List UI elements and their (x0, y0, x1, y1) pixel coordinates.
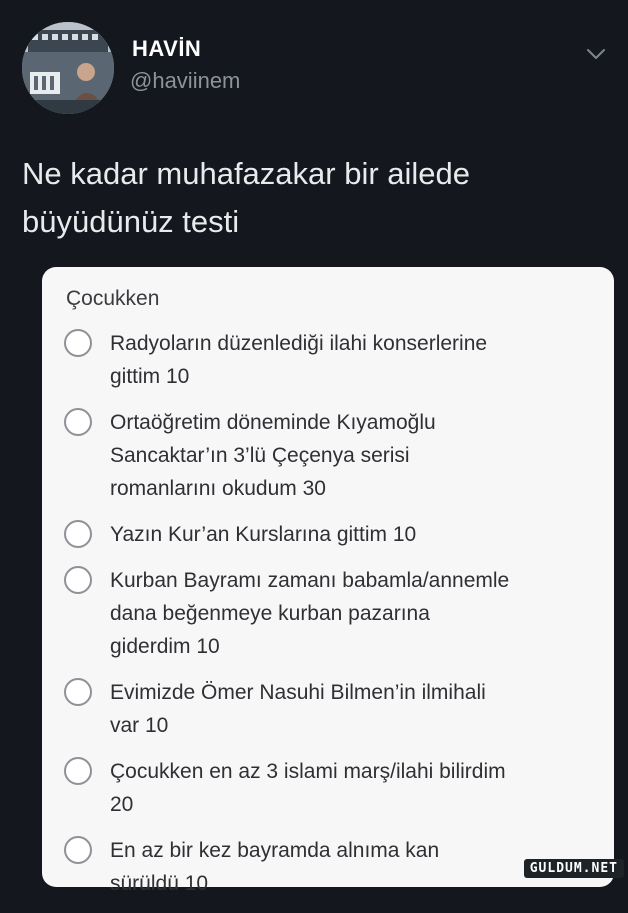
option-label: Ortaöğretim döneminde Kıyamoğlu Sancakta… (110, 411, 436, 500)
tweet-text-line: Ne kadar muhafazakar bir ailede (22, 156, 471, 191)
user-handle[interactable]: @haviinem (130, 68, 240, 94)
option-label: Çocukken en az 3 islami marş/ilahi bilir… (110, 760, 506, 816)
option-label: Radyoların düzenlediği ilahi konserlerin… (110, 332, 488, 388)
avatar[interactable] (22, 22, 114, 114)
radio-empty-icon[interactable] (64, 520, 92, 548)
chevron-down-icon[interactable] (584, 42, 608, 66)
radio-empty-icon[interactable] (64, 836, 92, 864)
radio-empty-icon[interactable] (64, 329, 92, 357)
option-label: Yazın Kur’an Kurslarına gittim 10 (110, 523, 417, 546)
radio-empty-icon[interactable] (64, 408, 92, 436)
quiz-option[interactable]: Radyoların düzenlediği ilahi konserlerin… (64, 327, 594, 393)
quiz-option[interactable]: Kurban Bayramı zamanı babamla/annemle da… (64, 564, 594, 663)
quiz-option[interactable]: Yazın Kur’an Kurslarına gittim 10 (64, 518, 594, 551)
quiz-option[interactable]: Çocukken en az 3 islami marş/ilahi bilir… (64, 755, 594, 821)
avatar-image (22, 22, 114, 114)
quiz-option[interactable]: Evimizde Ömer Nasuhi Bilmen’in ilmihali … (64, 676, 594, 742)
tweet-text-line: büyüdünüz testi (22, 204, 240, 239)
section-title: Çocukken (66, 287, 160, 310)
tweet-text: Ne kadar muhafazakar bir ailede büyüdünü… (22, 150, 582, 246)
radio-empty-icon[interactable] (64, 757, 92, 785)
quiz-card: Çocukken Radyoların düzenlediği ilahi ko… (42, 267, 614, 895)
radio-empty-icon[interactable] (64, 566, 92, 594)
option-label: Evimizde Ömer Nasuhi Bilmen’in ilmihali … (110, 681, 486, 737)
options-list: Radyoların düzenlediği ilahi konserlerin… (64, 327, 594, 913)
radio-empty-icon[interactable] (64, 678, 92, 706)
display-name[interactable]: HAVİN (132, 36, 201, 62)
quiz-option[interactable]: En az bir kez bayramda alnıma kan sürüld… (64, 834, 594, 900)
watermark-label: GULDUM.NET (523, 859, 624, 878)
tweet-header: HAVİN @haviinem (22, 22, 608, 114)
option-label: Kurban Bayramı zamanı babamla/annemle da… (110, 569, 510, 658)
quiz-option[interactable]: Ortaöğretim döneminde Kıyamoğlu Sancakta… (64, 406, 594, 505)
option-label: En az bir kez bayramda alnıma kan sürüld… (110, 839, 440, 895)
